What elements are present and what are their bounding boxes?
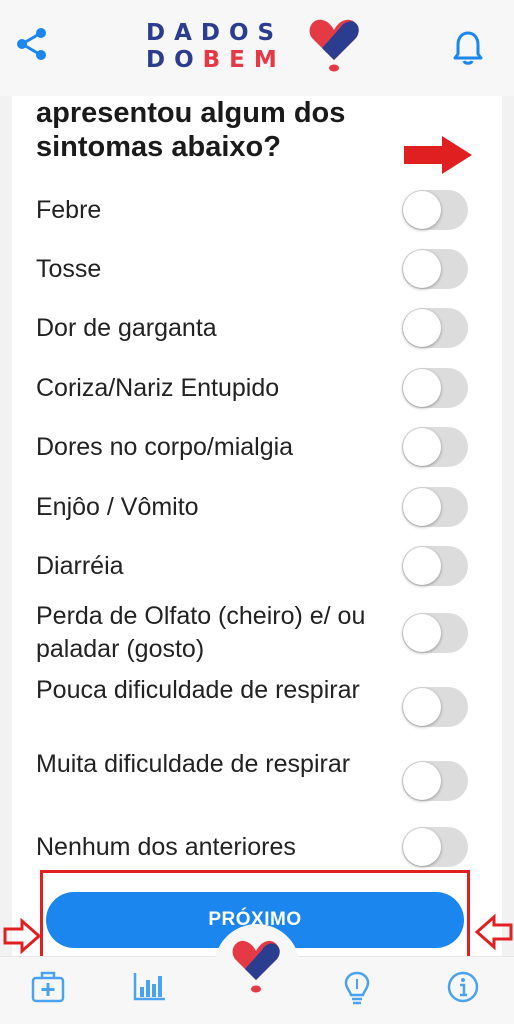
app-logo: DADOS DOBEM xyxy=(146,16,366,76)
logo-text-line1: DADOS xyxy=(146,20,284,46)
toggle-knob xyxy=(403,191,441,229)
symptom-label: Nenhum dos anteriores xyxy=(36,833,296,861)
annotation-arrow-outline-right-icon xyxy=(3,918,42,954)
annotation-arrow-outline-left-icon xyxy=(474,914,513,950)
symptom-toggle-tosse[interactable] xyxy=(402,249,468,289)
medical-kit-icon[interactable] xyxy=(30,970,66,1004)
symptom-toggle-dores-no-corpo[interactable] xyxy=(402,427,468,467)
symptom-label: Pouca dificuldade de respirar xyxy=(36,676,360,704)
toggle-knob xyxy=(403,488,441,526)
symptom-label: Enjôo / Vômito xyxy=(36,493,199,521)
toggle-knob xyxy=(403,250,441,288)
toggle-knob xyxy=(403,688,441,726)
question-line2: sintomas abaixo? xyxy=(36,131,281,163)
symptom-toggle-diarreia[interactable] xyxy=(402,546,468,586)
share-icon[interactable] xyxy=(14,26,50,62)
symptom-toggle-pouca-dificuldade[interactable] xyxy=(402,687,468,727)
symptom-label: Tosse xyxy=(36,255,102,283)
bell-icon[interactable] xyxy=(452,30,484,66)
symptom-toggle-muita-dificuldade[interactable] xyxy=(402,761,468,801)
toggle-knob xyxy=(403,828,441,866)
toggle-knob xyxy=(403,614,441,652)
heart-logo-icon xyxy=(309,19,359,72)
symptom-label: Dor de garganta xyxy=(36,314,217,342)
lightbulb-icon[interactable] xyxy=(342,970,372,1006)
symptom-toggle-febre[interactable] xyxy=(402,190,468,230)
symptom-toggle-coriza[interactable] xyxy=(402,368,468,408)
symptom-toggle-dor-de-garganta[interactable] xyxy=(402,308,468,348)
symptom-label: Coriza/Nariz Entupido xyxy=(36,374,280,402)
app-header: DADOS DOBEM xyxy=(0,0,514,96)
symptom-toggle-nenhum[interactable] xyxy=(402,827,468,867)
symptom-toggle-perda-de-olfato[interactable] xyxy=(402,613,468,653)
question-line1: apresentou algum dos xyxy=(36,97,346,129)
bar-chart-icon[interactable] xyxy=(132,970,168,1002)
question-title: apresentou algum dos sintomas abaixo? xyxy=(36,96,466,164)
logo-text-do: DO xyxy=(146,47,203,73)
symptom-label: Muita dificuldade de respirar xyxy=(36,750,351,778)
logo-text-line2: DOBEM xyxy=(146,48,286,72)
info-icon[interactable] xyxy=(446,970,480,1004)
toggle-knob xyxy=(403,428,441,466)
annotation-arrow-right-icon xyxy=(404,136,472,174)
symptom-label: Diarréia xyxy=(36,552,124,580)
toggle-knob xyxy=(403,369,441,407)
toggle-knob xyxy=(403,762,441,800)
symptom-label: Dores no corpo/mialgia xyxy=(36,433,294,461)
symptom-label: Febre xyxy=(36,196,102,224)
toggle-knob xyxy=(403,547,441,585)
symptom-label: Perda de Olfato (cheiro) e/ ou paladar (… xyxy=(36,602,366,663)
heart-logo-nav-icon[interactable] xyxy=(230,938,282,996)
symptom-toggle-enjoo-vomito[interactable] xyxy=(402,487,468,527)
symptoms-card: apresentou algum dos sintomas abaixo? Fe… xyxy=(12,96,502,956)
toggle-knob xyxy=(403,309,441,347)
logo-text-bem: BEM xyxy=(202,47,286,73)
